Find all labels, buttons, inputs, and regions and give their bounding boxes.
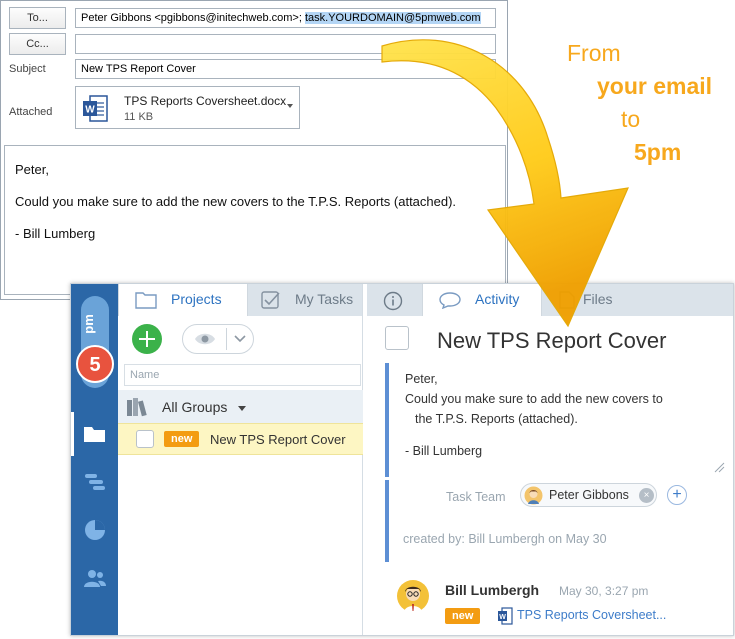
avatar: [524, 486, 543, 505]
description-line: the T.P.S. Reports (attached).: [415, 412, 578, 426]
email-body[interactable]: Peter, Could you make sure to add the ne…: [4, 145, 506, 295]
left-tabbar: Projects My Tasks: [118, 284, 362, 316]
task-description[interactable]: Peter, Could you make sure to add the ne…: [385, 363, 727, 477]
tagline-to: to: [621, 106, 641, 132]
side-navigation: 5 pm: [71, 284, 118, 635]
svg-text:W: W: [499, 614, 506, 621]
5pm-logo-icon[interactable]: 5 pm: [75, 294, 115, 390]
email-signature: - Bill Lumberg: [15, 226, 96, 241]
tab-projects-label: Projects: [171, 291, 222, 307]
svg-text:W: W: [85, 105, 95, 116]
subject-field[interactable]: New TPS Report Cover: [75, 59, 496, 79]
team-member-name: Peter Gibbons: [549, 488, 629, 502]
view-filter-button[interactable]: [182, 324, 254, 354]
description-line: Peter,: [405, 372, 438, 386]
attachment-size: 11 KB: [124, 111, 154, 123]
right-tabbar: Activity Files: [367, 284, 733, 316]
tab-my-tasks-label: My Tasks: [295, 291, 354, 307]
email-message: Could you make sure to add the new cover…: [15, 194, 457, 209]
chevron-down-icon[interactable]: [287, 104, 293, 108]
add-member-button[interactable]: +: [667, 485, 687, 505]
tab-projects[interactable]: Projects: [118, 284, 248, 316]
attached-label: Attached: [9, 106, 53, 118]
task-team-section: Task Team Peter Gibbons × + created by: …: [385, 480, 727, 562]
activity-author[interactable]: Bill Lumbergh: [445, 582, 539, 598]
to-button[interactable]: To...: [9, 7, 66, 29]
task-checkbox[interactable]: [136, 430, 154, 448]
pie-chart-icon: [85, 520, 105, 540]
all-groups-label: All Groups: [162, 399, 228, 415]
new-badge: new: [164, 431, 200, 447]
to-recipient: Peter Gibbons <pgibbons@initechweb.com>;: [81, 12, 302, 24]
email-compose-window: To... Peter Gibbons <pgibbons@initechweb…: [0, 0, 508, 300]
resize-handle-icon[interactable]: [713, 461, 725, 473]
activity-file-link[interactable]: TPS Reports Coversheet...: [517, 608, 666, 622]
tab-activity[interactable]: Activity: [422, 284, 542, 316]
checkbox-icon: [261, 291, 280, 309]
avatar: [397, 580, 429, 612]
eye-icon: [195, 333, 215, 345]
caret-down-icon[interactable]: [238, 406, 246, 411]
tab-my-tasks[interactable]: My Tasks: [249, 284, 363, 316]
attachment-chip[interactable]: W TPS Reports Coversheet.docx 11 KB: [75, 86, 300, 129]
task-heading: New TPS Report Cover: [437, 328, 667, 353]
attachment-name: TPS Reports Coversheet.docx: [124, 94, 287, 108]
team-member-chip[interactable]: Peter Gibbons ×: [520, 483, 657, 507]
task-team-label: Task Team: [446, 490, 506, 504]
word-icon: W: [498, 607, 513, 625]
file-icon: [559, 291, 575, 309]
folder-outline-icon: [135, 292, 157, 309]
nav-gantt[interactable]: [71, 460, 118, 504]
subject-label: Subject: [9, 63, 46, 75]
email-greeting: Peter,: [15, 162, 49, 177]
users-icon: [84, 570, 106, 587]
cc-button[interactable]: Cc...: [9, 33, 66, 55]
nav-users[interactable]: [71, 556, 118, 600]
speech-bubble-icon: [439, 292, 461, 309]
tab-files-label: Files: [583, 291, 613, 307]
close-icon[interactable]: ×: [639, 488, 654, 503]
activity-item: Bill Lumbergh May 30, 3:27 pm new W TPS …: [393, 574, 733, 634]
created-by-text: created by: Bill Lumbergh on May 30: [403, 532, 607, 546]
5pm-app-window: 5 pm Projects My Tasks Name All Groups n…: [70, 283, 734, 636]
cc-field[interactable]: [75, 34, 496, 54]
view-filter-divider: [226, 328, 227, 350]
info-icon: [383, 291, 403, 311]
task-detail-panel: Activity Files New TPS Report Cover Pete…: [367, 284, 733, 635]
task-complete-checkbox[interactable]: [385, 326, 409, 350]
tagline-your-email: your email: [597, 73, 713, 99]
project-list-panel: Projects My Tasks Name All Groups new Ne…: [118, 284, 363, 635]
description-line: [405, 429, 727, 441]
task-row[interactable]: new New TPS Report Cover: [118, 423, 363, 455]
svg-text:pm: pm: [81, 314, 96, 334]
tagline-5pm: 5pm: [634, 139, 682, 165]
tagline-from: From: [567, 40, 621, 66]
tab-activity-label: Activity: [475, 291, 520, 307]
name-filter-input[interactable]: Name: [124, 364, 361, 386]
description-line: Could you make sure to add the new cover…: [405, 392, 663, 406]
activity-timestamp: May 30, 3:27 pm: [559, 584, 649, 598]
to-selected-recipient: task.YOURDOMAIN@5pmweb.com: [304, 12, 481, 24]
svg-text:5: 5: [89, 354, 100, 376]
word-icon: W: [83, 95, 108, 122]
gantt-icon: [85, 474, 105, 490]
folder-icon: [84, 427, 105, 442]
new-badge: new: [445, 608, 481, 624]
all-groups-row[interactable]: All Groups: [118, 390, 363, 423]
add-button[interactable]: [132, 324, 162, 354]
description-line: - Bill Lumberg: [405, 444, 483, 458]
chevron-down-icon: [234, 335, 246, 343]
to-field[interactable]: Peter Gibbons <pgibbons@initechweb.com>;…: [75, 8, 496, 28]
tab-info[interactable]: [367, 284, 421, 316]
tab-files[interactable]: Files: [543, 284, 733, 316]
books-icon: [127, 398, 147, 417]
nav-reports[interactable]: [71, 508, 118, 552]
task-title: New TPS Report Cover: [210, 432, 346, 447]
nav-projects[interactable]: [71, 412, 118, 456]
